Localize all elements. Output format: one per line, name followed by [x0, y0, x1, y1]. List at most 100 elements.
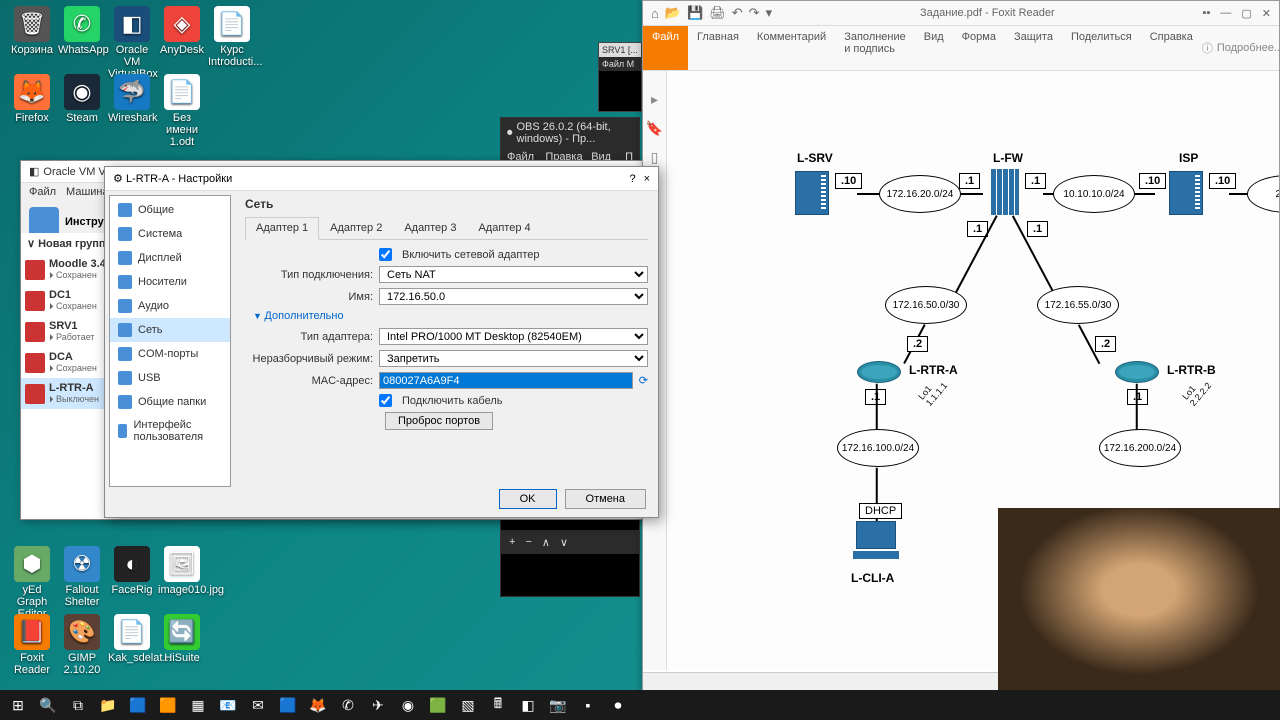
close-button[interactable]: ✕ [1262, 7, 1271, 20]
adapter-tab[interactable]: Адаптер 4 [467, 217, 541, 239]
foxit-ribbon[interactable]: Файл ГлавнаяКомментарийЗаполнение и подп… [643, 26, 1279, 71]
settings-category[interactable]: Общие папки [110, 390, 230, 414]
settings-category[interactable]: Общие [110, 198, 230, 222]
network-name-select[interactable]: 172.16.50.0 [379, 288, 648, 305]
desktop-icon[interactable]: ✆WhatsApp [58, 6, 106, 56]
obs-add-icon[interactable]: + [509, 536, 515, 548]
enable-adapter-checkbox[interactable] [379, 248, 392, 261]
print-icon[interactable]: 🖨 [709, 5, 726, 21]
desktop-icon[interactable]: 🗑Корзина [8, 6, 56, 56]
menu-machine[interactable]: Машина [66, 186, 109, 198]
chrome-icon[interactable]: ◉ [394, 692, 422, 718]
vm-settings-dialog[interactable]: ⚙ L-RTR-A - Настройки ? × ОбщиеСистемаДи… [104, 166, 659, 518]
desktop-icon[interactable]: 🖼image010.jpg [158, 546, 206, 596]
desktop-icon[interactable]: ◐FaceRig [108, 546, 156, 596]
ribbon-tab[interactable]: Форма [953, 26, 1005, 70]
desktop-icon[interactable]: 🦈Wireshark [108, 74, 156, 124]
arrow-right-icon[interactable]: ▸ [651, 91, 658, 108]
app-icon[interactable]: ▦ [184, 692, 212, 718]
bookmark-icon[interactable]: 🔖 [646, 120, 663, 137]
cable-connected-checkbox[interactable] [379, 394, 392, 407]
desktop-icon[interactable]: ◉Steam [58, 74, 106, 124]
settings-category[interactable]: Носители [110, 270, 230, 294]
ok-button[interactable]: OK [499, 489, 557, 509]
calc-icon[interactable]: 🖩 [484, 692, 512, 718]
settings-category[interactable]: Дисплей [110, 246, 230, 270]
desktop-icon[interactable]: ☢Fallout Shelter [58, 546, 106, 608]
app-icon[interactable]: 🟧 [154, 692, 182, 718]
adapter-tabs[interactable]: Адаптер 1Адаптер 2Адаптер 3Адаптер 4 [245, 217, 648, 240]
terminal-icon[interactable]: ▪ [574, 692, 602, 718]
advanced-toggle[interactable]: Дополнительно [253, 310, 648, 322]
desktop-icon[interactable]: 📄Без имени 1.odt [158, 74, 206, 148]
app-icon[interactable]: ▧ [454, 692, 482, 718]
app-icon[interactable]: 🟦 [274, 692, 302, 718]
desktop-icon[interactable]: ⬢yEd Graph Editor [8, 546, 56, 620]
app-icon[interactable]: 🟦 [124, 692, 152, 718]
taskbar[interactable]: ⊞ 🔍 ⧉ 📁 🟦 🟧 ▦ 📧 ✉ 🟦 🦊 ✆ ✈ ◉ 🟩 ▧ 🖩 ◧ 📷 ▪ … [0, 690, 1280, 720]
firefox-icon[interactable]: 🦊 [304, 692, 332, 718]
settings-category[interactable]: Аудио [110, 294, 230, 318]
qat-more-icon[interactable]: ▾ [766, 5, 773, 21]
ribbon-tab[interactable]: Справка [1141, 26, 1202, 70]
home-icon[interactable]: ⌂ [651, 6, 659, 21]
settings-category[interactable]: Система [110, 222, 230, 246]
attachment-type-select[interactable]: Сеть NAT [379, 266, 648, 283]
menu-file[interactable]: Файл [29, 186, 56, 198]
whatsapp-icon[interactable]: ✆ [334, 692, 362, 718]
desktop-icon[interactable]: 📄Kak_sdelat... [108, 614, 156, 664]
obs-down-icon[interactable]: ∨ [560, 536, 568, 549]
ribbon-tab[interactable]: Поделиться [1062, 26, 1141, 70]
adapter-tab[interactable]: Адаптер 2 [319, 217, 393, 239]
help-button[interactable]: ? [629, 173, 635, 185]
ribbon-tab-file[interactable]: Файл [643, 26, 688, 70]
ribbon-tab[interactable]: Заполнение и подпись [835, 26, 915, 70]
ribbon-tab[interactable]: Комментарий [748, 26, 835, 70]
port-forwarding-button[interactable]: Проброс портов [385, 412, 493, 430]
srv1-vm-window[interactable]: SRV1 [... Файл М [598, 42, 642, 112]
adapter-tab[interactable]: Адаптер 1 [245, 217, 319, 240]
adapter-tab[interactable]: Адаптер 3 [393, 217, 467, 239]
undo-icon[interactable]: ↶ [732, 5, 743, 21]
info-icon[interactable]: ⓘ [1202, 40, 1213, 56]
close-button[interactable]: × [644, 173, 650, 185]
desktop-icon[interactable]: 🎨GIMP 2.10.20 [58, 614, 106, 676]
refresh-mac-icon[interactable]: ⟳ [639, 374, 648, 387]
promiscuous-mode-select[interactable]: Запретить [379, 350, 648, 367]
settings-categories[interactable]: ОбщиеСистемаДисплейНосителиАудиоСетьCOM-… [109, 195, 231, 487]
desktop-icon[interactable]: 🦊Firefox [8, 74, 56, 124]
ribbon-tab[interactable]: Защита [1005, 26, 1062, 70]
ribbon-tab[interactable]: Главная [688, 26, 748, 70]
quick-access-toolbar[interactable]: ⌂ 📂 💾 🖨 ↶ ↷ ▾ [651, 5, 772, 21]
app-icon[interactable]: 📧 [214, 692, 242, 718]
adapter-type-select[interactable]: Intel PRO/1000 MT Desktop (82540EM) [379, 328, 648, 345]
minimize-button[interactable]: — [1220, 7, 1231, 20]
mac-address-input[interactable] [379, 372, 633, 389]
obs-icon[interactable]: ⏺ [604, 692, 632, 718]
start-button[interactable]: ⊞ [4, 692, 32, 718]
obs-up-icon[interactable]: ∧ [542, 536, 550, 549]
maximize-button[interactable]: ▢ [1241, 7, 1251, 20]
obs-source-buttons[interactable]: + − ∧ ∨ [501, 530, 639, 554]
task-view-button[interactable]: ⧉ [64, 692, 92, 718]
app-icon[interactable]: ✉ [244, 692, 272, 718]
telegram-icon[interactable]: ✈ [364, 692, 392, 718]
app-icon[interactable]: 📷 [544, 692, 572, 718]
settings-category[interactable]: USB [110, 366, 230, 390]
settings-category[interactable]: Интерфейс пользователя [110, 414, 230, 448]
virtualbox-icon[interactable]: ◧ [514, 692, 542, 718]
settings-category[interactable]: Сеть [110, 318, 230, 342]
foxit-extra[interactable]: ⓘ Подробнее... 🔍 ConvertWord to PDF [1202, 26, 1280, 70]
save-icon[interactable]: 💾 [687, 5, 703, 21]
settings-category[interactable]: COM-порты [110, 342, 230, 366]
pages-icon[interactable]: ▯ [651, 149, 659, 166]
desktop-icon[interactable]: ◈AnyDesk [158, 6, 206, 56]
app-icon[interactable]: 🟩 [424, 692, 452, 718]
desktop-icon[interactable]: 🔄HiSuite [158, 614, 206, 664]
srv1-menu[interactable]: Файл М [599, 57, 641, 71]
desktop-icon[interactable]: 📄Курс Introducti... [208, 6, 256, 68]
obs-remove-icon[interactable]: − [525, 536, 531, 548]
redo-icon[interactable]: ↷ [749, 5, 760, 21]
open-icon[interactable]: 📂 [665, 5, 681, 21]
desktop-icon[interactable]: 📕Foxit Reader [8, 614, 56, 676]
